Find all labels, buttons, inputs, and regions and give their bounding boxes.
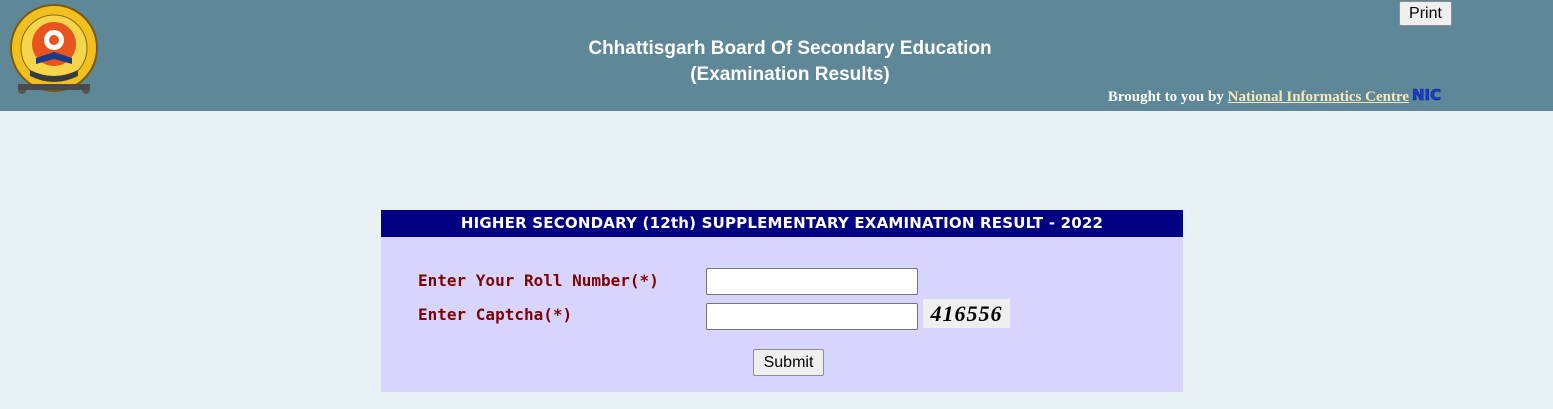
title-line-2: (Examination Results) [690,64,890,85]
captcha-image: 416556 [923,299,1010,328]
credit-line: Brought to you by National Informatics C… [1108,89,1409,106]
print-button[interactable]: Print [1399,1,1452,26]
roll-number-label: Enter Your Roll Number(*) [418,271,659,290]
captcha-input[interactable] [706,303,918,330]
result-form: Enter Your Roll Number(*) Enter Captcha(… [381,237,1183,392]
captcha-label: Enter Captcha(*) [418,305,573,324]
title-line-1: Chhattisgarh Board Of Secondary Educatio… [588,38,992,59]
nic-link[interactable]: National Informatics Centre [1228,89,1409,105]
page-title: Chhattisgarh Board Of Secondary Educatio… [500,36,1080,88]
nic-logo-text: NIC [1412,86,1441,102]
site-header: Chhattisgarh Board Of Secondary Educatio… [0,0,1553,111]
roll-number-input[interactable] [706,268,918,295]
nic-logo-icon: NIC [1412,86,1442,102]
cgbse-emblem-icon [10,4,98,94]
submit-button[interactable]: Submit [753,349,824,376]
result-form-title: HIGHER SECONDARY (12th) SUPPLEMENTARY EX… [381,210,1183,237]
credit-prefix: Brought to you by [1107,89,1228,105]
